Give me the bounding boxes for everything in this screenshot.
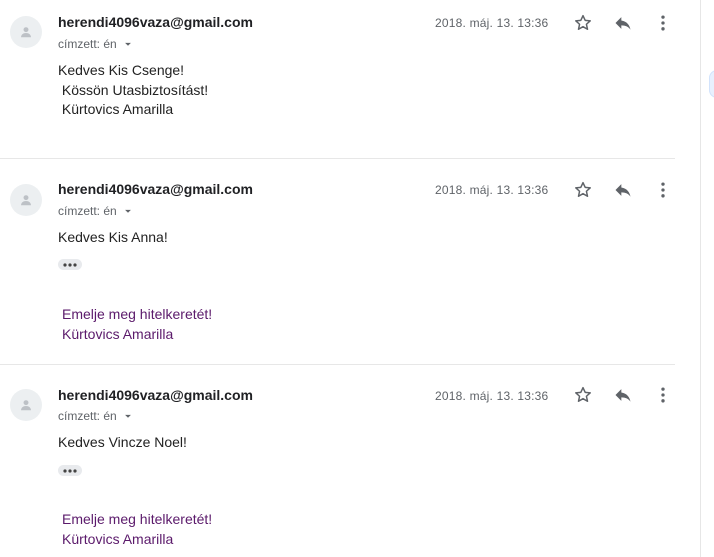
more-vert-icon bbox=[661, 182, 665, 198]
sender-email[interactable]: herendi4096vaza@gmail.com bbox=[58, 387, 253, 403]
message-date: 2018. máj. 13. 13:36 bbox=[435, 16, 549, 30]
message-greeting: Kedves Kis Anna! bbox=[58, 229, 168, 245]
quoted-link-text[interactable]: Kürtovics Amarilla bbox=[62, 531, 173, 547]
person-icon bbox=[21, 195, 31, 206]
recipient-label: címzett: én bbox=[58, 37, 117, 51]
recipient-details-toggle[interactable]: címzett: én bbox=[58, 204, 135, 218]
person-icon bbox=[21, 27, 31, 38]
reply-icon bbox=[615, 17, 631, 30]
more-options-button[interactable] bbox=[651, 383, 675, 407]
email-message: herendi4096vaza@gmail.com címzett: én 20… bbox=[0, 365, 680, 557]
email-thread: herendi4096vaza@gmail.com címzett: én 20… bbox=[0, 0, 700, 557]
sender-avatar[interactable] bbox=[10, 16, 42, 48]
star-icon bbox=[575, 386, 591, 402]
more-options-button[interactable] bbox=[651, 178, 675, 202]
more-vert-icon bbox=[661, 15, 665, 31]
quoted-link-text[interactable]: Emelje meg hitelkeretét! bbox=[62, 511, 212, 527]
person-icon bbox=[21, 400, 31, 411]
star-icon bbox=[575, 14, 591, 30]
panel-divider bbox=[700, 0, 701, 557]
star-icon bbox=[575, 181, 591, 197]
message-greeting: Kedves Vincze Noel! bbox=[58, 434, 187, 450]
reply-icon bbox=[615, 389, 631, 402]
reply-button[interactable] bbox=[611, 178, 635, 202]
caret-down-icon bbox=[124, 209, 131, 213]
sender-email[interactable]: herendi4096vaza@gmail.com bbox=[58, 181, 253, 197]
caret-down-icon bbox=[124, 42, 131, 46]
message-body-line: Kürtovics Amarilla bbox=[58, 101, 174, 117]
message-body-line: Kössön Utasbiztosítást! bbox=[58, 82, 209, 98]
sender-avatar[interactable] bbox=[10, 389, 42, 421]
star-button[interactable] bbox=[571, 383, 595, 407]
recipient-label: címzett: én bbox=[58, 409, 117, 423]
star-button[interactable] bbox=[571, 178, 595, 202]
message-date: 2018. máj. 13. 13:36 bbox=[435, 183, 549, 197]
quoted-link-text[interactable]: Emelje meg hitelkeretét! bbox=[62, 306, 212, 322]
more-vert-icon bbox=[661, 387, 665, 403]
recipient-details-toggle[interactable]: címzett: én bbox=[58, 37, 135, 51]
sender-avatar[interactable] bbox=[10, 184, 42, 216]
email-message: herendi4096vaza@gmail.com címzett: én 20… bbox=[0, 0, 680, 158]
email-message: herendi4096vaza@gmail.com címzett: én 20… bbox=[0, 159, 680, 364]
show-trimmed-content-icon bbox=[63, 262, 77, 267]
show-trimmed-content-icon bbox=[63, 468, 77, 473]
recipient-details-toggle[interactable]: címzett: én bbox=[58, 409, 135, 423]
message-body-line: Kedves Kis Csenge! bbox=[58, 62, 185, 78]
reply-button[interactable] bbox=[611, 11, 635, 35]
reply-icon bbox=[615, 184, 631, 197]
star-button[interactable] bbox=[571, 11, 595, 35]
more-options-button[interactable] bbox=[651, 11, 675, 35]
quoted-link-text[interactable]: Kürtovics Amarilla bbox=[62, 326, 173, 342]
recipient-label: címzett: én bbox=[58, 204, 117, 218]
sender-email[interactable]: herendi4096vaza@gmail.com bbox=[58, 14, 253, 30]
message-date: 2018. máj. 13. 13:36 bbox=[435, 389, 549, 403]
side-panel-handle[interactable] bbox=[709, 70, 714, 98]
show-trimmed-content-button[interactable] bbox=[58, 465, 82, 476]
caret-down-icon bbox=[124, 414, 131, 418]
show-trimmed-content-button[interactable] bbox=[58, 259, 82, 270]
reply-button[interactable] bbox=[611, 383, 635, 407]
